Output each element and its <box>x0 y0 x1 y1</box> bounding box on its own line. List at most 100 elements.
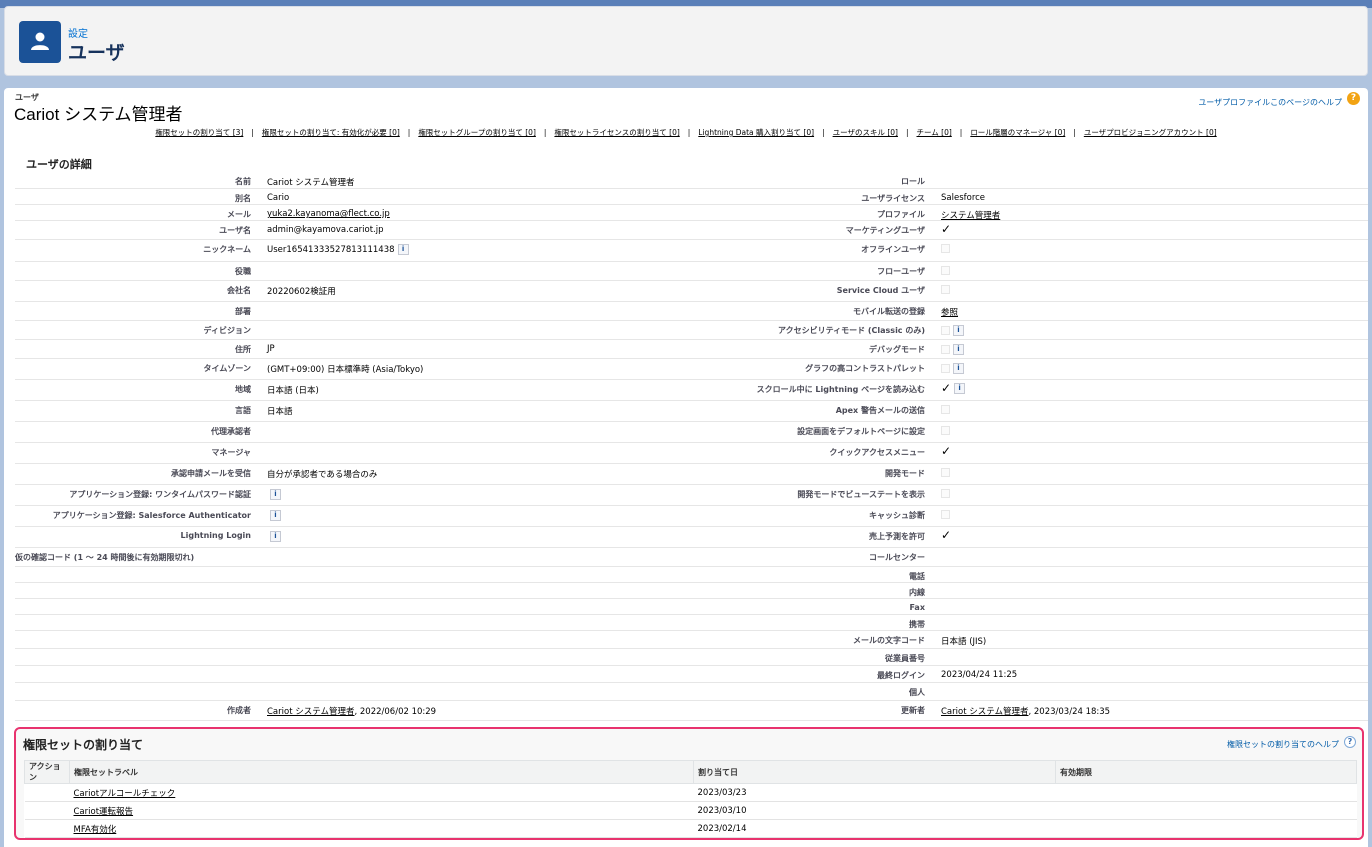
field-label: アプリケーション登録: Salesforce Authenticator <box>52 511 251 520</box>
page-header: 設定 ユーザ <box>4 6 1368 76</box>
field-label: スクロール中に Lightning ページを読み込む <box>756 385 925 394</box>
field-value <box>941 285 950 295</box>
action-cell <box>24 801 70 820</box>
field-value <box>941 489 950 499</box>
field-label: 会社名 <box>227 286 251 295</box>
detail-row <box>15 567 1368 583</box>
field-label: 開発モード <box>885 469 925 478</box>
related-list-link[interactable]: ユーザプロビジョニングアカウント [0] <box>1084 128 1217 137</box>
detail-row <box>15 221 1368 240</box>
field-value: 日本語 (日本) <box>267 384 319 396</box>
field-label: メールの文字コード <box>853 636 925 645</box>
detail-row <box>15 599 1368 615</box>
field-value-text[interactable]: Cariot システム管理者 <box>941 707 1028 717</box>
field-label: 最終ログイン <box>877 671 925 680</box>
field-value: 参照 <box>941 306 958 318</box>
permission-set-title: 権限セットの割り当て <box>23 738 144 752</box>
help-link[interactable]: ユーザプロファイルこのページのヘルプ <box>1198 97 1342 108</box>
field-label: メール <box>227 210 251 219</box>
info-icon[interactable]: i <box>270 510 281 521</box>
info-icon[interactable]: i <box>953 363 964 374</box>
field-value-text: JP <box>267 344 275 354</box>
info-icon[interactable]: i <box>953 325 964 336</box>
field-value: ✓ i <box>941 381 966 395</box>
related-list-link[interactable]: Lightning Data 購入割り当て [0] <box>698 128 814 137</box>
field-value: 日本語 (JIS) <box>941 635 986 647</box>
field-value <box>941 266 950 276</box>
permission-set-link[interactable]: Cariotアルコールチェック <box>74 789 176 799</box>
detail-row <box>15 205 1368 221</box>
field-value-text: User16541333527813111438 <box>267 245 395 255</box>
field-value-text[interactable]: yuka2.kayanoma@flect.co.jp <box>267 209 390 219</box>
field-value: 日本語 <box>267 405 293 417</box>
field-label: ユーザ名 <box>219 226 251 235</box>
link-separator: | <box>905 128 909 137</box>
field-label: 電話 <box>909 572 925 581</box>
field-label: Apex 警告メールの送信 <box>835 406 925 415</box>
help-icon[interactable]: ? <box>1347 92 1360 105</box>
field-value <box>941 244 950 254</box>
field-value: admin@kayamova.cariot.jp <box>267 225 384 235</box>
related-list-link[interactable]: 権限セットライセンスの割り当て [0] <box>554 128 679 137</box>
field-value-text: Cario <box>267 193 290 203</box>
detail-row <box>15 262 1368 281</box>
permission-set-help-link[interactable]: 権限セットの割り当てのヘルプ <box>1227 739 1339 750</box>
field-value: システム管理者 <box>941 209 1000 221</box>
field-label: 設定画面をデフォルトページに設定 <box>797 427 925 436</box>
checkbox-unchecked-icon <box>941 266 950 275</box>
field-value: ✓ <box>941 528 951 542</box>
related-list-link[interactable]: 権限セットの割り当て: 有効化が必要 [0] <box>262 128 400 137</box>
detail-row <box>15 281 1368 302</box>
field-value: Cariot システム管理者, 2022/06/02 10:29 <box>267 705 436 717</box>
field-value-timestamp: , 2022/06/02 10:29 <box>354 707 437 717</box>
related-list-link[interactable]: 権限セットの割り当て [3] <box>155 128 243 137</box>
field-value-text: 自分が承認者である場合のみ <box>267 470 378 480</box>
checkbox-unchecked-icon <box>941 326 950 335</box>
link-separator: | <box>822 128 825 137</box>
detail-row <box>15 401 1368 422</box>
info-icon[interactable]: i <box>270 489 281 500</box>
permission-set-label-cell: Cariotアルコールチェック <box>69 783 694 802</box>
column-header[interactable]: 有効期限 <box>1055 760 1357 784</box>
field-value: Cariot システム管理者, 2023/03/24 18:35 <box>941 705 1110 717</box>
help-icon[interactable]: ? <box>1344 736 1356 748</box>
detail-row <box>15 701 1368 721</box>
info-icon[interactable]: i <box>397 244 409 255</box>
column-header[interactable]: 権限セットラベル <box>69 760 694 784</box>
table-row: Cariot運転報告 2023/03/10 <box>24 801 1357 820</box>
related-list-link[interactable]: チーム [0] <box>916 128 951 137</box>
action-cell <box>24 783 70 802</box>
related-list-link[interactable]: 権限セットグループの割り当て [0] <box>418 128 536 137</box>
field-value <box>941 468 950 478</box>
field-value-text[interactable]: システム管理者 <box>941 211 1000 221</box>
link-separator: | <box>687 128 691 137</box>
permission-set-link[interactable]: MFA有効化 <box>74 825 117 835</box>
expiration-cell <box>1055 819 1357 838</box>
info-icon[interactable]: i <box>954 382 966 394</box>
field-value <box>941 405 950 415</box>
detail-row <box>15 615 1368 631</box>
checkbox-unchecked-icon <box>941 405 950 414</box>
expiration-cell <box>1055 801 1357 820</box>
field-value-text[interactable]: 参照 <box>941 308 958 318</box>
detail-row <box>15 172 1368 189</box>
field-value-text[interactable]: Cariot システム管理者 <box>267 707 354 717</box>
field-value: i <box>941 344 964 355</box>
info-icon[interactable]: i <box>953 344 964 355</box>
field-value: ✓ <box>941 222 951 236</box>
field-value: yuka2.kayanoma@flect.co.jp <box>267 209 390 219</box>
field-label: ロール <box>901 177 925 186</box>
permission-set-label-cell: Cariot運転報告 <box>69 801 694 820</box>
checkbox-checked-icon: ✓ <box>941 444 952 458</box>
related-list-link[interactable]: ロール階層のマネージャ [0] <box>970 128 1065 137</box>
field-label: 従業員番号 <box>885 654 925 663</box>
checkbox-checked-icon: ✓ <box>941 222 952 236</box>
field-label: 開発モードでビューステートを表示 <box>797 490 925 499</box>
field-label: 個人 <box>909 688 925 697</box>
column-header[interactable]: 割り当て日 <box>693 760 1056 784</box>
related-list-link[interactable]: ユーザのスキル [0] <box>833 128 898 137</box>
info-icon[interactable]: i <box>270 531 281 542</box>
permission-set-link[interactable]: Cariot運転報告 <box>74 807 134 817</box>
field-value: ✓ <box>941 444 951 458</box>
field-label: 言語 <box>235 406 251 415</box>
